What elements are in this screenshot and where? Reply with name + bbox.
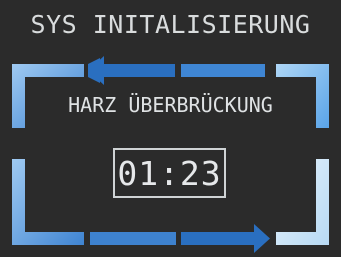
arrow-right-icon: [181, 224, 270, 253]
frame-corner-bottom-right: [276, 159, 329, 245]
progress-panel: HARZ ÜBERBRÜCKUNG 01:23: [0, 52, 341, 257]
status-label: HARZ ÜBERBRÜCKUNG: [68, 93, 273, 117]
arrow-left-icon: [88, 56, 175, 85]
frame-segment-top-mid: [181, 64, 265, 77]
frame-segment-bottom-1: [90, 232, 176, 245]
countdown-timer: 01:23: [113, 148, 226, 198]
frame-corner-bottom-left: [12, 159, 84, 245]
screen-title: SYS INITALISIERUNG: [30, 10, 311, 39]
